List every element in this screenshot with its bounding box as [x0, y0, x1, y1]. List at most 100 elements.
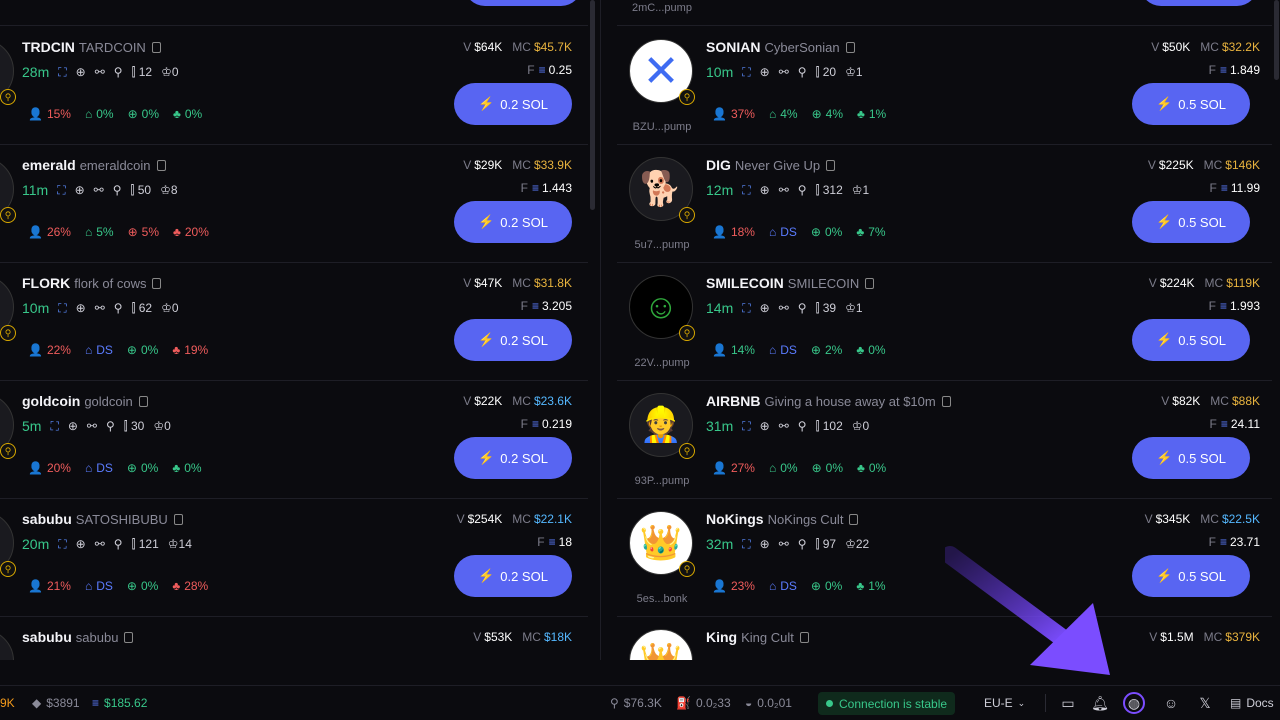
layout-icon[interactable]: ▭ [1059, 694, 1077, 712]
avatar-container[interactable]: 👑⚲ [629, 629, 693, 660]
quick-buy-button-partial[interactable] [1140, 0, 1258, 6]
avatar-container[interactable]: ⚲ [0, 629, 14, 660]
token-title[interactable]: NoKings NoKings Cult [706, 511, 859, 527]
link-icon[interactable]: ⚯ [87, 419, 97, 433]
search-icon[interactable]: ⚲ [798, 419, 807, 433]
copy-icon[interactable] [826, 160, 836, 171]
link-icon[interactable]: ⚯ [95, 301, 105, 315]
socials-icon[interactable]: ⛶ [742, 301, 750, 316]
socials-icon[interactable]: ⛶ [57, 183, 65, 198]
token-card[interactable]: ⚲ p FLORKflork of cows 10m ⛶ ⊕ ⚯ ⚲ ⫿ 62 ♔0 👤22% ⌂DS… [0, 263, 588, 381]
website-icon[interactable]: ⊕ [75, 183, 85, 197]
token-avatar[interactable] [0, 629, 14, 660]
avatar-container[interactable]: ⚲ [0, 39, 16, 105]
search-icon[interactable]: ⚲ [798, 183, 807, 197]
token-address[interactable]: p [0, 121, 52, 133]
token-card[interactable]: 👑⚲ KingKing Cult V$1.5M MC$379K [617, 617, 1272, 660]
token-address[interactable]: BZU...pump [629, 121, 695, 133]
token-address[interactable]: 2mC...pump [629, 2, 695, 14]
bell-icon[interactable]: 🔔︎ [1091, 694, 1109, 712]
token-card[interactable]: 🐕 ⚲ 5u7...pump DIG Never Give Up 12m ⛶ ⊕ ⚯ ⚲ ⫿ 312… [617, 145, 1272, 263]
copy-icon[interactable] [865, 278, 875, 289]
token-title[interactable]: AIRBNB Giving a house away at $10m [706, 393, 951, 409]
link-icon[interactable]: ⚯ [95, 65, 105, 79]
socials-icon[interactable]: ⛶ [742, 419, 750, 434]
copy-icon[interactable] [156, 160, 166, 171]
website-icon[interactable]: ⊕ [760, 537, 770, 551]
search-icon[interactable]: ⚲ [798, 301, 807, 315]
token-address[interactable]: p [0, 357, 52, 369]
token-card[interactable]: ✕ ⚲ BZU...pump SONIAN CyberSonian 10m ⛶ ⊕ ⚯ ⚲ ⫿ 20… [617, 27, 1272, 145]
website-icon[interactable]: ⊕ [76, 537, 86, 551]
copy-icon[interactable] [845, 42, 855, 53]
socials-icon[interactable]: ⛶ [58, 301, 66, 316]
token-avatar[interactable]: 👑 [629, 629, 693, 660]
copy-icon[interactable] [173, 514, 183, 525]
token-title[interactable]: SONIAN CyberSonian [706, 39, 855, 55]
avatar-container[interactable]: 👑⚲ [629, 511, 695, 577]
quick-buy-button[interactable]: ⚡ 0.5 SOL [1132, 319, 1250, 361]
socials-icon[interactable]: ⛶ [742, 537, 750, 552]
socials-icon[interactable]: ⛶ [58, 537, 66, 552]
avatar-container[interactable]: ⚲ [0, 393, 16, 459]
website-icon[interactable]: ⊕ [76, 65, 86, 79]
avatar-container[interactable]: ⚲ [0, 157, 16, 223]
quick-buy-button[interactable]: ⚡ 0.2 SOL [454, 555, 572, 597]
search-icon[interactable]: ⚲ [113, 183, 122, 197]
token-title[interactable]: FLORK flork of cows [22, 275, 162, 291]
token-card[interactable]: ⚲pemeraldemeraldcoin11m⛶⊕⚯⚲⫿ 50♔8👤26%⌂5%… [0, 145, 588, 263]
search-icon[interactable]: ⚲ [114, 537, 123, 551]
x-twitter-icon[interactable]: 𝕏 [1196, 694, 1214, 712]
search-icon[interactable]: ⚲ [798, 65, 807, 79]
token-card[interactable]: 👑 ⚲ 5es...bonk NoKings NoKings Cult 32m ⛶ ⊕ ⚯ ⚲ ⫿ … [617, 499, 1272, 617]
token-address[interactable]: 93P...pump [629, 475, 695, 487]
socials-icon[interactable]: ⛶ [58, 65, 66, 80]
token-address[interactable]: p [0, 475, 52, 487]
right-scrollbar[interactable] [1274, 0, 1279, 80]
token-card[interactable]: ☺ ⚲ 22V...pump SMILECOIN SMILECOIN 14m ⛶ ⊕ ⚯ ⚲ ⫿ 3… [617, 263, 1272, 381]
quick-buy-button[interactable]: ⚡ 0.2 SOL [454, 201, 572, 243]
search-icon[interactable]: ⚲ [106, 419, 115, 433]
token-title[interactable]: TRDCIN TARDCOIN [22, 39, 161, 55]
website-icon[interactable]: ⊕ [760, 419, 770, 433]
token-card[interactable]: ⚲ sabubusabubu V$53K MC$18K [0, 617, 588, 660]
quick-buy-button[interactable]: ⚡ 0.5 SOL [1132, 555, 1250, 597]
avatar-container[interactable]: 👷 ⚲ [629, 393, 695, 459]
left-scrollbar[interactable] [590, 0, 595, 210]
website-icon[interactable]: ⊕ [76, 301, 86, 315]
quick-buy-button[interactable]: ⚡ 0.2 SOL [454, 437, 572, 479]
token-title[interactable]: DIG Never Give Up [706, 157, 836, 173]
copy-icon[interactable] [799, 632, 809, 643]
link-icon[interactable]: ⚯ [779, 183, 789, 197]
token-card[interactable]: ⚲ p sabubuSATOSHIBUBU 20m ⛶ ⊕ ⚯ ⚲ ⫿ 121 ♔14 👤21% ⌂D… [0, 499, 588, 617]
copy-icon[interactable] [941, 396, 951, 407]
search-icon[interactable]: ⚲ [114, 301, 123, 315]
search-icon[interactable]: ⚲ [798, 537, 807, 551]
website-icon[interactable]: ⊕ [760, 65, 770, 79]
socials-icon[interactable]: ⛶ [50, 419, 58, 434]
search-icon[interactable]: ⚲ [114, 65, 123, 79]
socials-icon[interactable]: ⛶ [742, 65, 750, 80]
region-select[interactable]: EU-E ⌄ [984, 696, 1025, 710]
link-icon[interactable]: ⚯ [779, 537, 789, 551]
token-address[interactable]: 22V...pump [629, 357, 695, 369]
token-address[interactable]: 5es...bonk [629, 593, 695, 605]
copy-icon[interactable] [151, 42, 161, 53]
quick-buy-button[interactable]: ⚡ 0.5 SOL [1132, 437, 1250, 479]
link-icon[interactable]: ⚯ [779, 301, 789, 315]
token-title[interactable]: emerald emeraldcoin [22, 157, 166, 173]
docs-link[interactable]: ▤ Docs [1230, 696, 1274, 710]
quick-buy-button-partial[interactable] [464, 0, 582, 6]
token-title[interactable]: King King Cult [706, 629, 809, 645]
avatar-container[interactable]: ✕ ⚲ [629, 39, 695, 105]
website-icon[interactable]: ⊕ [68, 419, 78, 433]
copy-icon[interactable] [152, 278, 162, 289]
avatar-container[interactable]: ☺ ⚲ [629, 275, 695, 341]
token-title[interactable]: SMILECOIN SMILECOIN [706, 275, 875, 291]
link-icon[interactable]: ⚯ [779, 419, 789, 433]
socials-icon[interactable]: ⛶ [742, 183, 750, 198]
quick-buy-button[interactable]: ⚡ 0.5 SOL [1132, 83, 1250, 125]
token-card[interactable]: ⚲pgoldcoingoldcoin5m⛶⊕⚯⚲⫿ 30♔0👤20%⌂DS⊕0%… [0, 381, 588, 499]
token-address[interactable]: p [0, 239, 52, 251]
link-icon[interactable]: ⚯ [94, 183, 104, 197]
